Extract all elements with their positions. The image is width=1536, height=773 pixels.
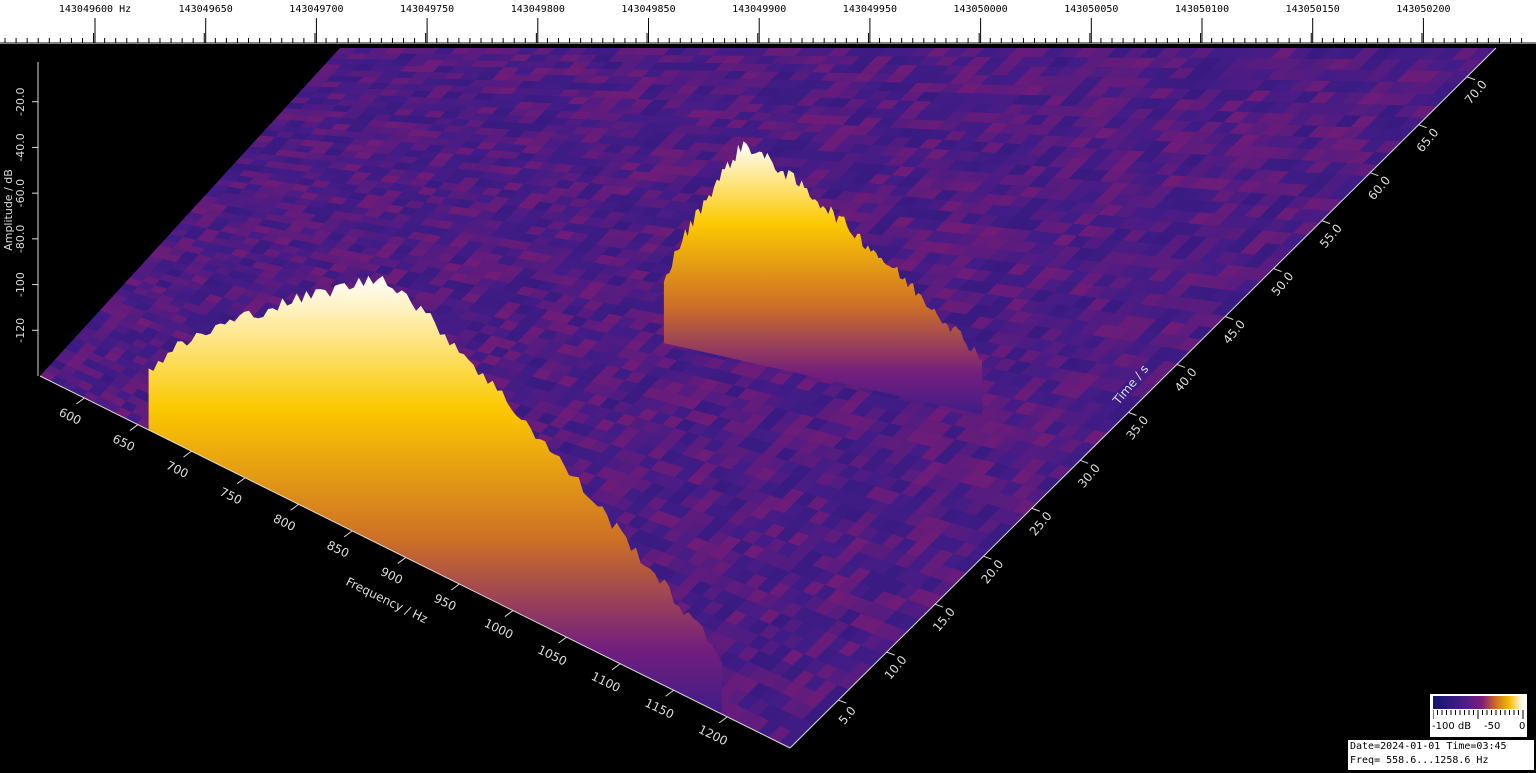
amp-tick-label: -100 (14, 272, 27, 297)
legend-ticks (1433, 710, 1524, 719)
time-tick-label: 15.0 (930, 605, 958, 634)
time-tick-label: 5.0 (836, 704, 859, 728)
time-tick-label: 35.0 (1123, 413, 1151, 442)
freq-tick-label: 700 (164, 458, 191, 481)
legend-mid-label: -50 (1484, 721, 1501, 732)
legend-colorbar (1433, 696, 1523, 709)
time-tick-label: 20.0 (978, 557, 1006, 586)
time-tick-label: 30.0 (1075, 461, 1103, 490)
amp-tick-label: -40.0 (14, 133, 27, 161)
freq-tick-label: 900 (378, 565, 405, 588)
freq-tick-label: 800 (271, 511, 298, 534)
waterfall-plot: 600 650 700 750 800 850 900 950 1000 1050 1100 1150… (2, 47, 1497, 749)
amp-tick-label: -20.0 (14, 87, 27, 115)
time-tick-label: 50.0 (1269, 269, 1297, 298)
time-tick-label: 10.0 (882, 653, 910, 682)
freq-axis-label: Frequency / Hz (344, 575, 430, 627)
freq-tick-label: 1000 (482, 616, 516, 642)
freq-tick-label: 650 (110, 432, 137, 455)
amp-axis-label: Amplitude / dB (2, 169, 15, 251)
freq-tick-label: 750 (217, 485, 244, 508)
freq-tick-label: 600 (57, 405, 84, 428)
color-legend: -100 dB -50 0 (1430, 694, 1527, 737)
legend-min-label: -100 dB (1432, 721, 1472, 732)
time-tick-label: 40.0 (1172, 365, 1200, 394)
legend-max-label: 0 (1519, 721, 1526, 732)
freq-tick-label: 1050 (535, 643, 569, 669)
freq-tick-label: 1200 (696, 722, 730, 748)
time-tick-label: 65.0 (1414, 125, 1442, 154)
freq-tick-label: 1150 (643, 696, 677, 722)
freq-tick-label: 850 (325, 538, 352, 561)
freq-line: Freq= 558.6...1258.6 Hz (1350, 755, 1489, 766)
amp-tick-label: -80.0 (14, 225, 27, 253)
freq-tick-label: 1100 (589, 669, 623, 695)
time-tick-label: 45.0 (1220, 317, 1248, 346)
amp-tick-label: -60.0 (14, 179, 27, 207)
freq-tick-label: 950 (432, 591, 459, 614)
info-box: Date=2024-01-01 Time=03:45 Freq= 558.6..… (1348, 740, 1534, 770)
time-tick-label: 60.0 (1365, 173, 1393, 202)
time-tick-label: 70.0 (1462, 77, 1490, 106)
time-tick-label: 55.0 (1317, 221, 1345, 250)
legend-labels: -100 dB -50 0 (1430, 721, 1527, 735)
amp-tick-label: -120 (14, 318, 27, 343)
time-tick-label: 25.0 (1027, 509, 1055, 538)
date-line: Date=2024-01-01 Time=03:45 (1350, 741, 1507, 752)
